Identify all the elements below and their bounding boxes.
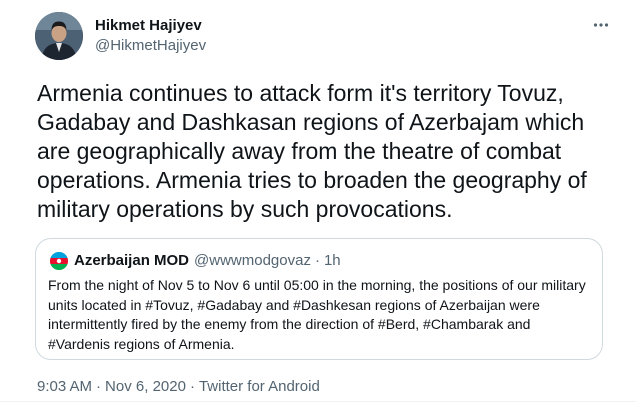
- author-avatar[interactable]: [35, 12, 83, 60]
- quoted-tweet[interactable]: Azerbaijan MOD @wwwmodgovaz · 1h From th…: [35, 238, 603, 360]
- author-display-name[interactable]: Hikmet Hajiyev: [95, 16, 206, 35]
- meta-separator: ·: [96, 378, 102, 395]
- quoted-timestamp: 1h: [323, 252, 341, 269]
- quoted-display-name: Azerbaijan MOD: [74, 252, 190, 269]
- person-photo-icon: [35, 12, 83, 60]
- quoted-separator: ·: [314, 252, 320, 269]
- author-handle[interactable]: @HikmetHajiyev: [95, 36, 206, 55]
- tweet-date[interactable]: Nov 6, 2020: [105, 378, 186, 395]
- more-horizontal-icon: [593, 23, 609, 27]
- tweet-time[interactable]: 9:03 AM: [37, 378, 92, 395]
- quoted-handle: @wwwmodgovaz: [194, 252, 311, 269]
- more-options-button[interactable]: [590, 14, 612, 36]
- flag-avatar-icon: [50, 251, 68, 270]
- tweet-metadata: 9:03 AM · Nov 6, 2020 · Twitter for Android: [37, 377, 320, 396]
- quoted-tweet-text: From the night of Nov 5 to Nov 6 until 0…: [48, 277, 586, 352]
- quoted-tweet-header: Azerbaijan MOD @wwwmodgovaz · 1h: [50, 251, 341, 270]
- tweet-source[interactable]: Twitter for Android: [199, 378, 320, 395]
- tweet-card: Hikmet Hajiyev @HikmetHajiyev Armenia co…: [0, 0, 636, 402]
- tweet-text: Armenia continues to attack form it's te…: [37, 80, 587, 222]
- meta-separator: ·: [189, 378, 195, 395]
- author-info[interactable]: Hikmet Hajiyev @HikmetHajiyev: [95, 16, 206, 55]
- quoted-avatar[interactable]: [50, 251, 68, 270]
